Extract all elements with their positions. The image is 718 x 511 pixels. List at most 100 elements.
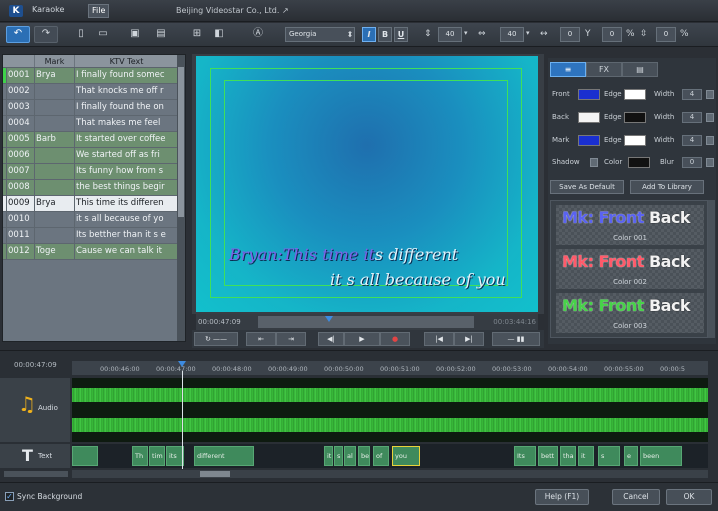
lyric-line-2[interactable]: it s all because of you — [330, 270, 506, 289]
prev-line-button[interactable]: ⇤ — [246, 332, 276, 346]
edge-color-swatch[interactable] — [624, 135, 646, 146]
fill-color-swatch[interactable] — [578, 89, 600, 100]
list-item[interactable]: 0010 it s all because of yo — [3, 212, 185, 228]
style-sample[interactable]: Mk: Front Back Color 002 — [556, 249, 704, 289]
video-preview[interactable]: Bryan:This time its different it s all b… — [196, 56, 538, 312]
seek-bar[interactable]: 00:00:47:09 00:03:44:16 — [196, 314, 538, 330]
forward-button[interactable]: ▶| — [454, 332, 484, 346]
insert-line-icon[interactable]: ⊞ — [190, 27, 204, 41]
italic-button[interactable]: I — [362, 27, 376, 42]
col-header-index[interactable] — [3, 55, 35, 67]
line-height-input[interactable]: 0 — [656, 27, 676, 42]
menu-karaoke[interactable]: Karaoke — [32, 5, 64, 14]
text-segment[interactable]: Th — [132, 446, 148, 466]
style-sample[interactable]: Mk: Front Back Color 001 — [556, 205, 704, 245]
list-item[interactable]: 0011 Its betther than it s e — [3, 228, 185, 244]
shadow-color-swatch[interactable] — [628, 157, 650, 168]
text-segment[interactable]: s — [334, 446, 343, 466]
save-as-default-button[interactable]: Save As Default — [550, 180, 624, 194]
spacing-input[interactable]: 0 — [560, 27, 580, 42]
save-icon[interactable]: ▣ — [128, 27, 142, 41]
col-header-mark[interactable]: Mark — [35, 55, 75, 67]
text-segment[interactable]: different — [194, 446, 254, 466]
text-segment[interactable]: e — [624, 446, 638, 466]
spin-icon[interactable]: ▾ — [464, 29, 468, 37]
new-file-icon[interactable]: ▯ — [74, 27, 88, 41]
play-button[interactable]: ▶ — [344, 332, 380, 346]
text-segment[interactable]: it — [324, 446, 333, 466]
edge-width-input[interactable]: 4 — [682, 135, 702, 146]
lyric-line-1[interactable]: Bryan:This time its different — [229, 245, 458, 264]
text-frame-icon[interactable]: Ⓐ — [248, 27, 268, 41]
sync-background-checkbox[interactable]: ✓ — [5, 492, 14, 501]
timeline-scrollbar[interactable] — [72, 470, 708, 478]
fill-color-swatch[interactable] — [578, 112, 600, 123]
record-button[interactable]: ● — [380, 332, 410, 346]
edge-color-swatch[interactable] — [624, 112, 646, 123]
width-spin[interactable] — [706, 136, 714, 145]
save-as-icon[interactable]: ▤ — [154, 27, 168, 41]
shadow-checkbox[interactable] — [590, 158, 598, 167]
text-segment[interactable]: al — [344, 446, 356, 466]
text-segment[interactable]: tha — [560, 446, 576, 466]
text-segment[interactable]: Its — [514, 446, 536, 466]
undo-button[interactable]: ↶ — [6, 26, 30, 43]
text-segment[interactable]: be — [358, 446, 370, 466]
step-back-button[interactable]: ◀| — [318, 332, 344, 346]
style-sample[interactable]: Mk: Front Back Color 003 — [556, 293, 704, 333]
playhead[interactable] — [182, 371, 183, 469]
text-segment[interactable]: bett — [538, 446, 558, 466]
seek-track[interactable] — [258, 316, 474, 328]
text-segment[interactable]: tim — [149, 446, 165, 466]
list-scrollbar[interactable] — [177, 55, 185, 341]
edge-width-input[interactable]: 4 — [682, 89, 702, 100]
company-link[interactable]: Beijing Videostar Co., Ltd. ↗ — [176, 6, 289, 15]
open-folder-icon[interactable]: ▭ — [96, 27, 110, 41]
col-header-text[interactable]: KTV Text — [75, 55, 179, 67]
text-segment[interactable] — [72, 446, 98, 466]
text-segment[interactable]: s — [598, 446, 620, 466]
ok-button[interactable]: OK — [666, 489, 712, 505]
zoom-slider[interactable] — [4, 471, 68, 477]
text-segment[interactable]: been — [640, 446, 682, 466]
next-line-button[interactable]: ⇥ — [276, 332, 306, 346]
list-item[interactable]: 0001 Brya I finally found somec — [3, 68, 185, 84]
font-size-input[interactable]: 40 — [438, 27, 462, 42]
seek-knob[interactable] — [325, 316, 333, 322]
list-item[interactable]: 0002 That knocks me off r — [3, 84, 185, 100]
text-segment[interactable]: you — [392, 446, 420, 466]
volume-slider[interactable]: ↻ —— — [194, 332, 238, 346]
list-item[interactable]: 0006 We started off as fri — [3, 148, 185, 164]
underline-button[interactable]: U — [394, 27, 408, 42]
redo-button[interactable]: ↷ — [34, 26, 58, 43]
playhead-marker[interactable] — [178, 361, 186, 367]
text-segment[interactable]: of — [373, 446, 389, 466]
add-to-library-button[interactable]: Add To Library — [630, 180, 704, 194]
list-item[interactable]: 0012 Toge Cause we can talk it — [3, 244, 185, 260]
time-ruler[interactable]: 00:00:46:00 00:00:47:00 00:00:48:00 00:00:4… — [72, 361, 708, 375]
scroll-thumb[interactable] — [178, 67, 184, 217]
blur-input[interactable]: 0 — [682, 157, 702, 168]
fill-color-swatch[interactable] — [578, 135, 600, 146]
tab-layout[interactable]: ▤ — [622, 62, 658, 77]
speed-slider[interactable]: — ▮▮ — [492, 332, 540, 346]
menu-file[interactable]: File — [88, 4, 110, 18]
list-item[interactable]: 0009 Brya This time its differen — [3, 196, 185, 212]
tab-effects[interactable]: FX — [586, 62, 622, 77]
edge-color-swatch[interactable] — [624, 89, 646, 100]
width-spin[interactable] — [706, 90, 714, 99]
tab-color[interactable]: ≡ — [550, 62, 586, 77]
sync-audio-icon[interactable]: ◧ — [212, 27, 226, 41]
list-item[interactable]: 0007 Its funny how from s — [3, 164, 185, 180]
library-scrollbar[interactable] — [708, 200, 715, 338]
bold-button[interactable]: B — [378, 27, 392, 42]
font-scale-input[interactable]: 40 — [500, 27, 524, 42]
edge-width-input[interactable]: 4 — [682, 112, 702, 123]
list-item[interactable]: 0004 That makes me feel — [3, 116, 185, 132]
help-button[interactable]: Help (F1) — [535, 489, 589, 505]
list-item[interactable]: 0008 the best things begir — [3, 180, 185, 196]
list-item[interactable]: 0003 I finally found the on — [3, 100, 185, 116]
spin-icon-2[interactable]: ▾ — [526, 29, 530, 37]
cancel-button[interactable]: Cancel — [612, 489, 660, 505]
timeline-scroll-thumb[interactable] — [200, 471, 230, 477]
